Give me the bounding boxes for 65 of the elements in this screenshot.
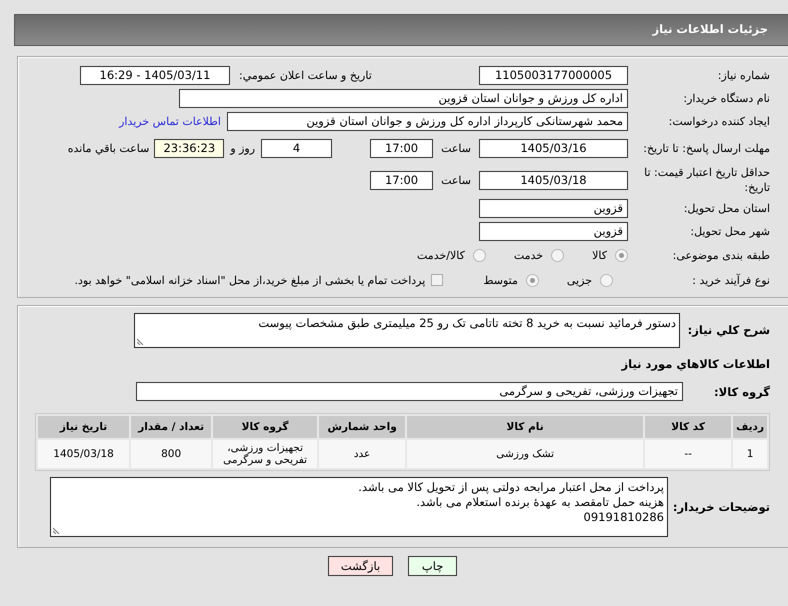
radio-button-selected[interactable]	[615, 248, 628, 262]
time-label: ساعت	[441, 142, 471, 154]
resize-grip-icon[interactable]	[137, 337, 145, 345]
field-label: شماره نیاز:	[716, 68, 770, 82]
option-label: کالا/خدمت	[417, 248, 465, 262]
table-cell: تجهیزات ورزشی، تفریحی و سرگرمی	[213, 440, 318, 468]
remaining-time-field: 23:36:23	[154, 138, 224, 158]
buyer-notes-field[interactable]: پرداخت از محل اعتبار مرابحه دولتی پس از تحویل کالا می باشد. هزینه حمل تامقصد به عهدهٔ برنده استعلام می باشد. 09191810286	[50, 477, 668, 537]
field-label: تاریخ و ساعت اعلان عمومي:	[239, 68, 372, 82]
radio-button[interactable]	[551, 248, 564, 262]
payment-note: پرداخت تمام یا بخشی از مبلغ خرید،از محل "اسناد خزانه اسلامی" خواهد بود.	[74, 274, 426, 286]
requester-field: محمد شهرستانکی کارپرداز اداره کل ورزش و جوانان استان قزوین	[227, 112, 628, 130]
column-header: تعداد / مقدار	[131, 416, 212, 438]
days-field: 4	[261, 138, 332, 158]
table-cell: 1	[733, 440, 767, 468]
need-number-field: 1105003177000005	[479, 66, 628, 84]
table-cell: تشک ورزشی	[407, 440, 644, 468]
option-label: خدمت	[514, 248, 544, 262]
print-button[interactable]: چاپ	[408, 556, 458, 576]
option-label: متوسط	[483, 274, 518, 286]
field-label: شهر محل تحویل:	[689, 224, 770, 238]
field-label: استان محل تحویل:	[682, 200, 770, 216]
buyer-name-field: اداره کل ورزش و جوانان استان قزوین	[179, 88, 628, 108]
field-label: توضیحات خریدار:	[672, 500, 770, 514]
field-label: حداقل تاریخ اعتبار قیمت: تا تاریخ:	[643, 165, 770, 195]
announce-date-field: 1405/03/11 - 16:29	[80, 66, 230, 84]
field-label: نوع فرآیند خرید :	[691, 272, 770, 288]
column-header: تاریخ نیاز	[38, 416, 130, 438]
time-field: 17:00	[370, 170, 434, 190]
radio-button[interactable]	[472, 248, 486, 262]
column-header: نام کالا	[407, 416, 644, 438]
field-label: گروه کالا:	[713, 384, 770, 398]
product-group-field: تجهیزات ورزشی، تفریحی و سرگرمی	[136, 382, 683, 401]
page-title: جزئیات اطلاعات نیاز	[14, 14, 788, 46]
time-label: ساعت	[441, 174, 471, 186]
column-header: واحد شمارش	[319, 416, 406, 438]
column-header: ردیف	[733, 416, 767, 438]
province-field: قزوین	[479, 198, 628, 218]
column-header: گروه کالا	[213, 416, 318, 438]
field-label: نام دستگاه خریدار:	[682, 90, 770, 106]
checkbox[interactable]	[431, 274, 444, 286]
table-cell: 1405/03/18	[38, 440, 130, 468]
description-field[interactable]: دستور فرمائید نسبت به خرید 8 تخته تاتامی تک رو 25 میلیمتری طبق مشخصات پیوست	[134, 313, 680, 348]
field-label: مهلت ارسال پاسخ: تا تاریخ:	[642, 140, 770, 156]
remaining-label: ساعت باقي مانده	[68, 142, 150, 154]
field-label: طبقه بندی موضوعی:	[672, 248, 770, 262]
option-label: جزیی	[566, 274, 592, 286]
section-heading: اطلاعات كالاهاي مورد نياز	[620, 357, 770, 371]
field-label: شرح كلي نياز:	[686, 323, 770, 337]
city-field: قزوین	[479, 222, 628, 240]
date-field: 1405/03/16	[479, 138, 628, 158]
field-label: ایجاد کننده درخواست:	[668, 114, 770, 128]
buyer-contact-link[interactable]: اطلاعات تماس خریدار	[119, 114, 221, 128]
option-label: کالا	[592, 248, 607, 262]
table-cell: 800	[131, 440, 212, 468]
resize-grip-icon[interactable]	[53, 526, 61, 534]
table-cell: عدد	[319, 440, 406, 468]
back-button[interactable]: بازگشت	[328, 556, 394, 576]
date-field: 1405/03/18	[479, 170, 628, 190]
radio-button[interactable]	[600, 274, 613, 286]
radio-button-selected[interactable]	[526, 274, 539, 286]
time-field: 17:00	[370, 138, 434, 158]
table-cell: --	[645, 440, 732, 468]
days-label: روز و	[230, 142, 256, 154]
column-header: کد کالا	[645, 416, 732, 438]
